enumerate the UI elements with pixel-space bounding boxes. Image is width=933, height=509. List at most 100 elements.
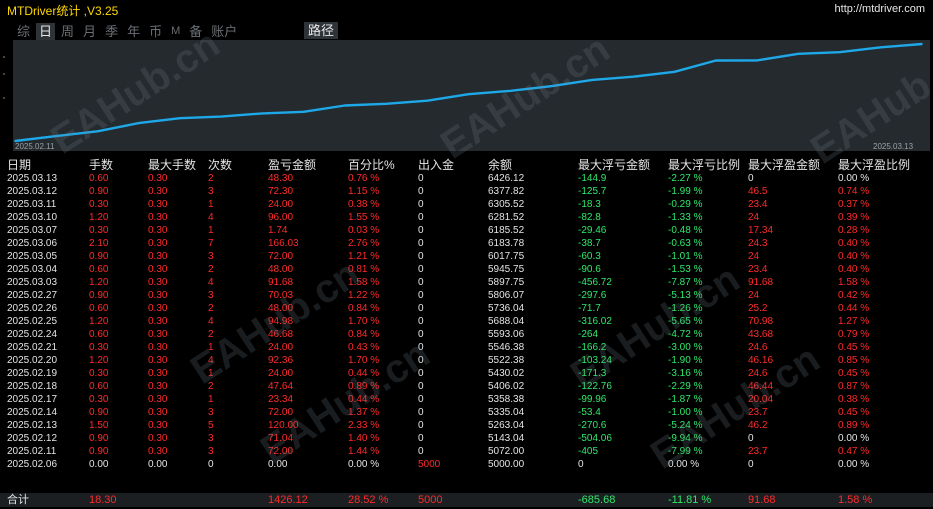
table-row[interactable]: 2025.02.12 0.90 0.30 3 71.04 1.40 % 0 5143.04 -5…	[0, 432, 933, 445]
cell-max-lots: 0.30	[148, 381, 168, 392]
table-row[interactable]: 2025.02.26 0.60 0.30 2 48.00 0.84 % 0 5736.04 -7…	[0, 302, 933, 315]
table-row[interactable]: 2025.02.24 0.60 0.30 2 46.68 0.84 % 0 5593.06 -2…	[0, 328, 933, 341]
cell-deposit: 0	[418, 212, 424, 223]
table-row[interactable]: 2025.03.11 0.30 0.30 1 24.00 0.38 % 0 6305.52 -1…	[0, 198, 933, 211]
cell-count: 3	[208, 446, 214, 457]
path-button[interactable]: 路径	[304, 22, 339, 39]
table-row[interactable]: 2025.03.10 1.20 0.30 4 96.00 1.55 % 0 6281.52 -8…	[0, 211, 933, 224]
nav-tab-3[interactable]: 月	[80, 23, 99, 40]
table-row[interactable]: 2025.03.03 1.20 0.30 4 91.68 1.58 % 0 5897.75 -4…	[0, 276, 933, 289]
balance-point	[179, 117, 181, 120]
cell-deposit: 0	[418, 420, 424, 431]
cell-max-float-loss: -71.7	[578, 303, 601, 314]
cell-date: 2025.02.27	[7, 290, 58, 301]
nav-tab-5[interactable]: 年	[124, 23, 143, 40]
nav-tab-4[interactable]: 季	[102, 23, 121, 40]
cell-percent: 2.76 %	[348, 238, 380, 249]
cell-balance: 6305.52	[488, 199, 525, 210]
cell-max-float-profit-pct: 0.00 %	[838, 173, 870, 184]
cell-deposit: 0	[418, 446, 424, 457]
balance-point	[879, 46, 882, 49]
table-row[interactable]: 2025.03.13 0.60 0.30 2 48.30 0.76 % 0 6426.12 -1…	[0, 172, 933, 185]
title-bar: MTDriver统计 ,V3.25 http://mtdriver.com	[0, 0, 933, 18]
cell-count: 1	[208, 199, 214, 210]
cell-max-lots: 0.30	[148, 368, 168, 379]
cell-balance: 6281.52	[488, 212, 525, 223]
table-row[interactable]: 2025.03.07 0.30 0.30 1 1.74 0.03 % 0 6185.52 -29…	[0, 224, 933, 237]
nav-tab-0[interactable]: 综	[14, 23, 33, 40]
cell-max-float-profit: 25.2	[748, 303, 768, 314]
cell-max-float-loss-pct: -0.48 %	[668, 225, 703, 236]
cell-lots: 0.60	[89, 381, 109, 392]
cell-max-float-profit: 0	[748, 433, 754, 444]
col-header-balance[interactable]: 余额	[488, 156, 512, 173]
balance-point	[632, 75, 635, 78]
cell-max-float-loss: -405	[578, 446, 599, 457]
col-header-max-float-profit[interactable]: 最大浮盈金额	[748, 156, 820, 173]
cell-deposit: 0	[418, 173, 424, 184]
cell-date: 2025.02.20	[7, 355, 58, 366]
nav-tab-1[interactable]: 日	[36, 22, 56, 40]
total-deposit: 5000	[418, 494, 443, 506]
cell-max-float-profit: 23.7	[748, 446, 768, 457]
cell-date: 2025.02.19	[7, 368, 58, 379]
cell-lots: 0.60	[89, 264, 109, 275]
total-max-float-profit-pct: 1.58 %	[838, 494, 873, 506]
cell-date: 2025.02.24	[7, 329, 58, 340]
cell-deposit: 0	[418, 251, 424, 262]
cell-max-float-loss: -316.02	[578, 316, 612, 327]
cell-max-float-loss-pct: -0.63 %	[668, 238, 703, 249]
cell-count: 3	[208, 290, 214, 301]
table-row[interactable]: 2025.02.27 0.90 0.30 3 70.03 1.22 % 0 5806.07 -2…	[0, 289, 933, 302]
cell-max-lots: 0.30	[148, 186, 168, 197]
table-row[interactable]: 2025.02.14 0.90 0.30 3 72.00 1.37 % 0 5335.04 -5…	[0, 406, 933, 419]
col-header-pnl[interactable]: 盈亏金额	[268, 156, 316, 173]
col-header-percent[interactable]: 百分比%	[348, 156, 395, 173]
table-row[interactable]: 2025.02.11 0.90 0.30 3 72.00 1.44 % 0 5072.00 -4…	[0, 445, 933, 458]
table-row[interactable]: 2025.02.06 0.00 0.00 0 0.00 0.00 % 5000 5000.00…	[0, 458, 933, 471]
cell-max-float-profit-pct: 0.40 %	[838, 238, 870, 249]
col-header-max-lots[interactable]: 最大手数	[148, 156, 196, 173]
col-header-max-float-loss[interactable]: 最大浮亏金额	[578, 156, 650, 173]
site-link[interactable]: http://mtdriver.com	[835, 3, 925, 15]
col-header-max-float-loss-pct[interactable]: 最大浮亏比例	[668, 156, 740, 173]
cell-max-float-profit-pct: 0.38 %	[838, 394, 870, 405]
cell-balance: 6183.78	[488, 238, 525, 249]
cell-max-float-profit: 0	[748, 173, 754, 184]
table-row[interactable]: 2025.03.05 0.90 0.30 3 72.00 1.21 % 0 6017.75 -6…	[0, 250, 933, 263]
nav-tab-2[interactable]: 周	[58, 23, 77, 40]
col-header-lots[interactable]: 手数	[89, 156, 113, 173]
table-row[interactable]: 2025.03.12 0.90 0.30 3 72.30 1.15 % 0 6377.82 -1…	[0, 185, 933, 198]
cell-max-lots: 0.30	[148, 238, 168, 249]
cell-lots: 0.60	[89, 303, 109, 314]
cell-max-lots: 0.30	[148, 407, 168, 418]
total-max-float-loss-pct: -11.81 %	[668, 494, 712, 506]
cell-max-float-profit-pct: 0.40 %	[838, 264, 870, 275]
cell-balance: 5335.04	[488, 407, 525, 418]
cell-balance: 5546.38	[488, 342, 525, 353]
cell-date: 2025.02.25	[7, 316, 58, 327]
col-header-date[interactable]: 日期	[7, 156, 31, 173]
cell-balance: 5143.04	[488, 433, 525, 444]
cell-pnl: 1.74	[268, 225, 288, 236]
cell-percent: 0.00 %	[348, 459, 380, 470]
table-row[interactable]: 2025.02.13 1.50 0.30 5 120.00 2.33 % 0 5263.04-…	[0, 419, 933, 432]
cell-max-float-profit: 24.3	[748, 238, 768, 249]
table-row[interactable]: 2025.03.06 2.10 0.30 7 166.03 2.76 % 0 6183.78 -…	[0, 237, 933, 250]
table-row[interactable]: 2025.03.04 0.60 0.30 2 48.00 0.81 % 0 5945.75 -9…	[0, 263, 933, 276]
nav-tab-6[interactable]: 币	[146, 23, 165, 40]
cell-max-lots: 0.30	[148, 342, 168, 353]
cell-percent: 0.03 %	[348, 225, 380, 236]
cell-percent: 1.70 %	[348, 316, 380, 327]
col-header-deposit[interactable]: 出入金	[418, 156, 454, 173]
balance-point	[343, 104, 346, 107]
cell-max-float-profit-pct: 0.89 %	[838, 420, 870, 431]
cell-balance: 6017.75	[488, 251, 525, 262]
cell-pnl: 48.00	[268, 264, 294, 275]
balance-point	[426, 99, 429, 102]
col-header-count[interactable]: 次数	[208, 156, 232, 173]
cell-max-lots: 0.30	[148, 394, 168, 405]
cell-balance: 5406.02	[488, 381, 525, 392]
cell-max-lots: 0.30	[148, 173, 168, 184]
table-row[interactable]: 2025.02.25 1.20 0.30 4 94.98 1.70 % 0 5688.04 -3…	[0, 315, 933, 328]
